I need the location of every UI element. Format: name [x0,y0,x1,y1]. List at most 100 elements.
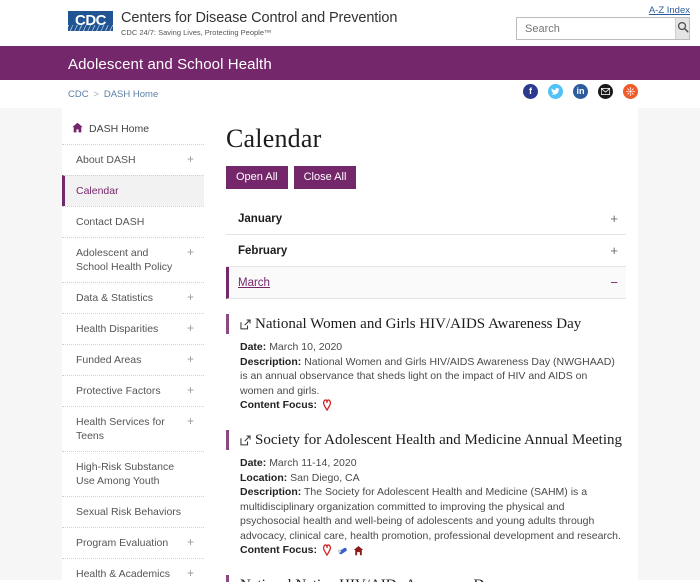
search-input[interactable] [517,18,675,39]
expand-plus-icon[interactable]: + [610,211,618,226]
sidebar-item-high-risk-substance-use-among-youth[interactable]: High-Risk Substance Use Among Youth [62,451,204,496]
event-date-line: Date: March 10, 2020 [240,340,622,355]
expand-plus-icon[interactable]: + [187,384,194,397]
sidebar-item-label: Health & Academics [76,568,170,580]
external-link-icon [240,319,251,330]
event-location: San Diego, CA [290,471,360,484]
date-label: Date: [240,457,267,469]
cdc-logo-text: CDC [75,12,107,29]
search-icon [677,21,689,36]
month-accordion-march[interactable]: March − [226,267,626,299]
sidebar-item-label: About DASH [76,154,136,166]
expand-plus-icon[interactable]: + [187,291,194,304]
search-submit-button[interactable] [675,18,689,39]
sidebar-item-label: Data & Statistics [76,292,154,304]
sidebar-item-protective-factors[interactable]: Protective Factors + [62,375,204,406]
event-title-link[interactable]: National Women and Girls HIV/AIDS Awaren… [240,315,622,334]
location-label: Location: [240,471,288,484]
month-label: March [238,276,270,289]
expand-plus-icon[interactable]: + [187,567,194,580]
sidebar-item-funded-areas[interactable]: Funded Areas + [62,344,204,375]
condom-icon[interactable] [337,545,348,556]
school-house-icon[interactable] [353,545,364,556]
expand-plus-icon[interactable]: + [610,243,618,258]
page-title: Calendar [226,124,322,153]
event-title-text: National Native HIV/AIDs Awareness Day [240,576,499,582]
event-list: National Women and Girls HIV/AIDS Awaren… [226,299,626,582]
linkedin-icon[interactable]: in [573,84,588,99]
event-description-line: Description: National Women and Girls HI… [240,355,622,399]
social-share-bar: f in [523,84,638,99]
sidebar-item-health-disparities[interactable]: Health Disparities + [62,313,204,344]
sidebar-item-health-academics[interactable]: Health & Academics + [62,558,204,582]
sidebar-item-data-statistics[interactable]: Data & Statistics + [62,282,204,313]
email-icon[interactable] [598,84,613,99]
left-navigation: DASH Home About DASH + Calendar Contact DAS… [62,108,204,580]
site-title[interactable]: Adolescent and School Health [68,56,272,73]
syndicate-icon[interactable] [623,84,638,99]
content-focus-label: Content Focus: [240,544,317,556]
sidebar-item-label: High-Risk Substance Use Among Youth [76,461,175,487]
sidebar-item-health-services-for-teens[interactable]: Health Services for Teens + [62,406,204,451]
event-date: March 11-14, 2020 [269,457,357,469]
month-accordion-january[interactable]: January + [226,203,626,235]
sidebar-item-dash-home[interactable]: DASH Home [62,116,204,144]
event-date-line: Date: March 11-14, 2020 [240,456,622,471]
sidebar-item-label: Funded Areas [76,354,142,366]
accordion-controls: Open All Close All [226,166,626,189]
agency-tagline: CDC 24/7: Saving Lives, Protecting Peopl… [121,28,272,37]
breadcrumb-item-dash-home[interactable]: DASH Home [104,89,158,100]
expand-plus-icon[interactable]: + [187,415,194,428]
sidebar-item-label: Sexual Risk Behaviors [76,506,182,518]
agency-name: Centers for Disease Control and Preventi… [121,10,398,26]
sidebar-item-label: Contact DASH [76,216,145,228]
month-label: February [238,244,288,257]
month-accordion: January + February + March − [226,203,626,299]
facebook-icon[interactable]: f [523,84,538,99]
expand-plus-icon[interactable]: + [187,322,194,335]
event-card: Society for Adolescent Health and Medici… [226,417,626,562]
sidebar-item-label: Program Evaluation [76,537,169,549]
content-focus-label: Content Focus: [240,399,317,411]
event-title-link[interactable]: Society for Adolescent Health and Medici… [240,431,622,450]
month-label: January [238,212,283,225]
collapse-minus-icon[interactable]: − [610,275,618,290]
breadcrumb: CDC > DASH Home [68,89,158,100]
sidebar-item-label: Adolescent and School Health Policy [76,247,173,273]
sidebar-item-sexual-risk-behaviors[interactable]: Sexual Risk Behaviors [62,496,204,527]
page-body: DASH Home About DASH + Calendar Contact DAS… [0,108,700,582]
sidebar-item-list: About DASH + Calendar Contact DASH Adolescen… [62,144,204,582]
open-all-button[interactable]: Open All [226,166,288,189]
month-accordion-february[interactable]: February + [226,235,626,267]
cdc-logo-link[interactable]: CDC Centers for Disease Control and Prev… [68,11,397,37]
sidebar-item-contact-dash[interactable]: Contact DASH [62,206,204,237]
expand-plus-icon[interactable]: + [187,153,194,166]
breadcrumb-row: CDC > DASH Home f in [0,80,700,108]
az-index-link[interactable]: A-Z Index [649,5,690,16]
content-focus-row: Content Focus: [240,544,622,556]
external-link-icon [240,435,251,446]
hiv-ribbon-icon[interactable] [322,544,332,556]
event-title-link[interactable]: National Native HIV/AIDs Awareness Day [240,576,622,582]
twitter-icon[interactable] [548,84,563,99]
expand-plus-icon[interactable]: + [187,353,194,366]
sidebar-item-label: Protective Factors [76,385,161,397]
expand-plus-icon[interactable]: + [187,246,194,259]
sidebar-item-adolescent-and-school-health-policy[interactable]: Adolescent and School Health Policy + [62,237,204,282]
sidebar-item-label: Health Services for Teens [76,416,165,442]
expand-plus-icon[interactable]: + [187,536,194,549]
breadcrumb-item-cdc[interactable]: CDC [68,89,89,100]
cdc-logo-mark: CDC [68,11,113,31]
hiv-ribbon-icon[interactable] [322,399,332,411]
event-title-text: National Women and Girls HIV/AIDS Awaren… [255,316,582,332]
sidebar-item-program-evaluation[interactable]: Program Evaluation + [62,527,204,558]
sidebar-item-calendar[interactable]: Calendar [62,175,204,206]
description-label: Description: [240,355,302,368]
sidebar-item-about-dash[interactable]: About DASH + [62,144,204,175]
main-content: Calendar Open All Close All January + Febr… [204,108,638,582]
event-location-line: Location: San Diego, CA [240,471,622,486]
event-title-text: Society for Adolescent Health and Medici… [255,432,622,448]
sidebar-home-label: DASH Home [89,123,150,135]
close-all-button[interactable]: Close All [293,166,357,189]
event-date: March 10, 2020 [269,341,343,353]
